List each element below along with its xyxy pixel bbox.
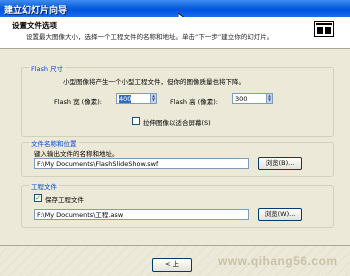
project-file-legend: 工程文件 (29, 181, 59, 191)
browse-project-button[interactable]: 浏览(W)... (258, 208, 302, 221)
browse-output-button[interactable]: 浏览(B)... (258, 157, 302, 170)
wizard-window: 建立幻灯片向导 设置文件选项 设置最大图像大小，选择一个工程文件的名称和地址。单… (0, 0, 350, 276)
window-title: 建立幻灯片向导 (4, 6, 68, 16)
flash-height-spinner[interactable]: ▲ ▼ (266, 93, 273, 104)
spin-down-icon[interactable]: ▼ (151, 98, 156, 102)
file-location-description: 键入输出文件的名称和地址。 (34, 150, 119, 158)
header-title: 设置文件选项 (12, 21, 57, 30)
output-path-input[interactable]: F:\My Documents\FlashSlideShow.swf (34, 158, 249, 169)
flash-size-description: 小型图像将产生一个小型工程文件，但你的图像质量也将下降。 (63, 78, 245, 86)
header-description: 设置最大图像大小，选择一个工程文件的名称和地址。单击“下一步”建立你的幻灯片。 (26, 33, 274, 41)
flash-width-label: Flash 宽 (像素): (54, 98, 102, 106)
fit-screen-label[interactable]: 拉伸图像以适合屏幕(S) (143, 117, 211, 127)
save-project-checkbox[interactable]: ✓ (34, 194, 42, 202)
spin-down-icon[interactable]: ▼ (267, 98, 272, 102)
flash-height-input[interactable]: 300 (232, 93, 270, 104)
fit-screen-checkbox[interactable] (132, 117, 140, 125)
watermark-text: www.qihang56.com (218, 254, 338, 268)
flash-width-input[interactable]: 400 (116, 93, 154, 104)
back-button[interactable]: < 上 (152, 258, 192, 272)
slideshow-icon (314, 21, 334, 37)
flash-width-spinner[interactable]: ▲ ▼ (150, 93, 157, 104)
flash-height-label: Flash 高 (像素): (170, 98, 218, 106)
file-location-legend: 文件名称和位置 (29, 138, 79, 148)
project-path-input[interactable]: F:\My Documents\工程.asw (34, 209, 249, 220)
title-bar[interactable]: 建立幻灯片向导 (0, 0, 350, 17)
project-file-group (21, 185, 334, 228)
flash-size-legend: Flash 尺寸 (29, 63, 66, 73)
wizard-header: 设置文件选项 设置最大图像大小，选择一个工程文件的名称和地址。单击“下一步”建立… (0, 17, 350, 49)
save-project-label[interactable]: 保存工程文件 (45, 194, 84, 204)
